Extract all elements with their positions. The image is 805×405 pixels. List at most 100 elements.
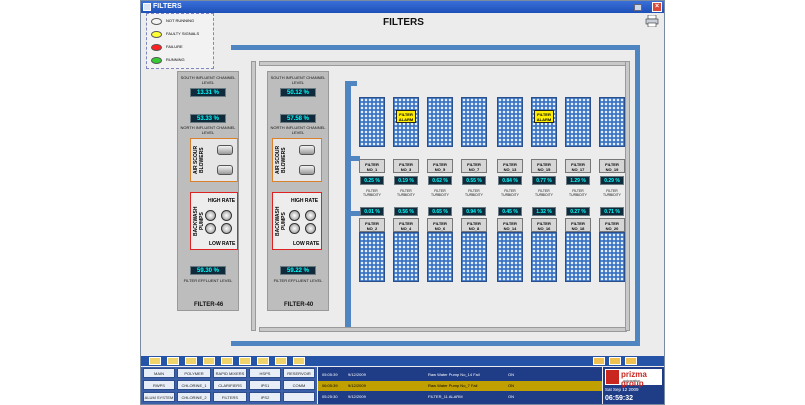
filter-name[interactable]: FILTER NO_13 [497, 159, 523, 173]
filter-bed[interactable] [461, 232, 487, 282]
pump-icon[interactable] [205, 210, 216, 221]
nav-reservoir[interactable]: RESERVOIR [283, 368, 315, 378]
filter-name[interactable]: FILTER NO_5 [427, 159, 453, 173]
nav-alum-system[interactable]: ALUM SYSTEM [143, 392, 175, 402]
filter-bed[interactable] [531, 232, 557, 282]
nav-rapid-mixers[interactable]: RAPID MIXERS [213, 368, 247, 378]
log-message: Raw Water Pump No_14 Fail [428, 372, 480, 377]
nav-filters[interactable]: FILTERS [213, 392, 247, 402]
nav-rwps[interactable]: RWPS [143, 380, 175, 390]
toolbar-icon[interactable] [257, 357, 269, 365]
alarm-log-row[interactable]: 05:25:30 9/12/2009 FILTER_11 ALARM ON [318, 392, 602, 402]
alarm-log[interactable]: 05:05:39 9/12/2009 Raw Water Pump No_14 … [318, 367, 602, 404]
air-scour-blowers: AIR SCOUR BLOWERS [190, 138, 238, 182]
log-time: 05:25:30 [322, 394, 338, 399]
filter-bed[interactable] [359, 232, 385, 282]
log-date: 9/12/2009 [348, 394, 366, 399]
toolbar-icon[interactable] [185, 357, 197, 365]
air-pipe [346, 156, 360, 161]
filter-name[interactable]: FILTER NO_6 [427, 218, 453, 232]
close-button[interactable]: × [652, 2, 662, 12]
turbidity-value: 0.56 % [394, 207, 418, 216]
south-influent-value: 50.12 % [280, 88, 316, 97]
pump-icon[interactable] [205, 223, 216, 234]
nav-chlorine-1[interactable]: CHLORINE_1 [177, 380, 211, 390]
filter-name[interactable]: FILTER NO_7 [461, 159, 487, 173]
north-influent-value: 53.33 % [190, 114, 226, 123]
filter-bed[interactable] [393, 232, 419, 282]
filter-name[interactable]: FILTER NO_8 [461, 218, 487, 232]
north-influent-value: 57.58 % [280, 114, 316, 123]
filter-bed[interactable] [359, 97, 385, 147]
alarm-log-row[interactable]: 05:05:39 9/12/2009 Raw Water Pump No_14 … [318, 370, 602, 380]
minimize-icon[interactable] [634, 4, 642, 11]
nav-ips2[interactable]: IPS2 [249, 392, 281, 402]
turbidity-value: 0.45 % [498, 207, 522, 216]
nav-polymer[interactable]: POLYMER [177, 368, 211, 378]
blower-icon[interactable] [217, 165, 233, 175]
filter-name[interactable]: FILTER NO_14 [497, 218, 523, 232]
filter-name[interactable]: FILTER NO_20 [599, 218, 625, 232]
toolbar-icon[interactable] [293, 357, 305, 365]
pumps-label: BACKWASH PUMPS [193, 206, 205, 236]
filter-bed[interactable] [599, 232, 625, 282]
log-status: ON [508, 372, 514, 377]
filter-bed[interactable] [427, 97, 453, 147]
nav-comm[interactable]: COMM [283, 380, 315, 390]
toolbar-icon[interactable] [275, 357, 287, 365]
pump-icon[interactable] [221, 223, 232, 234]
toolbar-icon[interactable] [609, 357, 621, 365]
blower-icon[interactable] [217, 145, 233, 155]
nav-hsps[interactable]: HSPS [249, 368, 281, 378]
filter-bed[interactable] [565, 97, 591, 147]
filter-bed[interactable] [427, 232, 453, 282]
filter-bed[interactable] [461, 97, 487, 147]
filter-name[interactable]: FILTER NO_18 [565, 218, 591, 232]
blowers-label: AIR SCOUR BLOWERS [275, 145, 287, 175]
nav-empty[interactable] [283, 392, 315, 402]
nav-clarifiers[interactable]: CLARIFIERS [213, 380, 247, 390]
blower-icon[interactable] [299, 145, 315, 155]
pump-icon[interactable] [305, 223, 316, 234]
filter-bed[interactable] [599, 97, 625, 147]
filter-name[interactable]: FILTER NO_16 [531, 218, 557, 232]
brand-tagline: automation [623, 379, 641, 383]
filter-40-panel: SOUTH INFLUENT CHANNEL LEVEL 50.12 % 57.… [267, 71, 329, 311]
turbidity-label: FILTER TURBIDITY [397, 189, 415, 197]
filter-name[interactable]: FILTER NO_1 [359, 159, 385, 173]
filter-name[interactable]: FILTER NO_15 [531, 159, 557, 173]
turbidity-value: 0.25 % [360, 176, 384, 185]
filter-bed[interactable]: FILTER ALARM [531, 97, 557, 147]
printer-icon[interactable] [645, 15, 659, 27]
pump-icon[interactable] [289, 210, 300, 221]
pump-icon[interactable] [221, 210, 232, 221]
toolbar-icon[interactable] [625, 357, 637, 365]
pump-icon[interactable] [289, 223, 300, 234]
filter-name[interactable]: FILTER NO_2 [359, 218, 385, 232]
alarm-log-row[interactable]: 06:05:39 9/12/2009 Raw Water Pump No_7 F… [318, 381, 602, 391]
filter-name[interactable]: FILTER NO_4 [393, 218, 419, 232]
filter-bed[interactable] [497, 97, 523, 147]
toolbar-icon[interactable] [167, 357, 179, 365]
nav-chlorine-2[interactable]: CHLORINE_2 [177, 392, 211, 402]
toolbar-icon[interactable] [221, 357, 233, 365]
toolbar-icon[interactable] [149, 357, 161, 365]
toolbar-icon[interactable] [203, 357, 215, 365]
filter-name[interactable]: FILTER NO_19 [599, 159, 625, 173]
log-date: 9/12/2009 [348, 372, 366, 377]
blower-icon[interactable] [299, 165, 315, 175]
warning-icon[interactable] [239, 357, 251, 365]
turbidity-label: FILTER TURBIDITY [501, 189, 519, 197]
legend-item: FAILURE [149, 42, 213, 54]
pump-icon[interactable] [305, 210, 316, 221]
filter-name[interactable]: FILTER NO_17 [565, 159, 591, 173]
nav-ips1[interactable]: IPS1 [249, 380, 281, 390]
toolbar-icon[interactable] [593, 357, 605, 365]
effluent-label: FILTER EFFLUENT LEVEL [273, 278, 323, 283]
filter-bed[interactable] [497, 232, 523, 282]
panel-name: FILTER-46 [194, 302, 224, 308]
filter-bed[interactable] [565, 232, 591, 282]
nav-main[interactable]: MAIN [143, 368, 175, 378]
filter-name[interactable]: FILTER NO_3 [393, 159, 419, 173]
filter-bed[interactable]: FILTER ALARM [393, 97, 419, 147]
